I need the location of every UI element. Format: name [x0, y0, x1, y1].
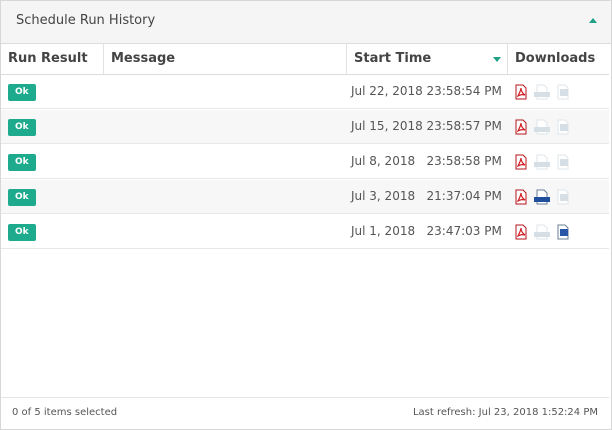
pdf-download-icon[interactable]: [513, 189, 529, 205]
pdf-download-icon[interactable]: [513, 224, 529, 240]
collapse-icon[interactable]: [589, 18, 597, 23]
table-row[interactable]: Ok Jul 8, 2018 23:58:58 PM: [1, 145, 609, 179]
run-result-badge: Ok: [8, 224, 36, 241]
start-time-cell: Jul 1, 2018 23:47:03 PM: [351, 224, 502, 238]
last-refresh: Last refresh: Jul 23, 2018 1:52:24 PM: [412, 407, 598, 418]
start-time-cell: Jul 22, 2018 23:58:54 PM: [351, 84, 502, 98]
html-download-icon: [534, 154, 550, 170]
grid-header: Run Result Message Start Time Downloads: [1, 44, 609, 75]
column-header-label: Run Result: [8, 51, 88, 66]
run-result-badge: Ok: [8, 189, 36, 206]
selection-count: 0 of 5 items selected: [12, 407, 118, 418]
run-result-badge: Ok: [8, 119, 36, 136]
column-header-label: Downloads: [515, 51, 596, 66]
html-download-icon: [534, 119, 550, 135]
column-header-label: Start Time: [354, 51, 432, 66]
sort-descending-icon[interactable]: [493, 57, 501, 62]
html-download-icon[interactable]: [534, 189, 550, 205]
doc-download-icon: [555, 189, 571, 205]
doc-download-icon: [555, 84, 571, 100]
doc-download-icon[interactable]: [555, 224, 571, 240]
pdf-download-icon[interactable]: [513, 154, 529, 170]
schedule-run-history-panel: Schedule Run History Run Result Message …: [0, 0, 612, 430]
html-download-icon: [534, 84, 550, 100]
panel-title: Schedule Run History: [16, 13, 156, 28]
run-result-badge: Ok: [8, 84, 36, 101]
column-header-message[interactable]: Message: [104, 44, 347, 74]
doc-download-icon: [555, 154, 571, 170]
doc-download-icon: [555, 119, 571, 135]
column-header-start-time[interactable]: Start Time: [347, 44, 508, 74]
column-header-label: Message: [111, 51, 176, 66]
grid-footer: 0 of 5 items selected Last refresh: Jul …: [1, 397, 609, 430]
pdf-download-icon[interactable]: [513, 84, 529, 100]
table-row[interactable]: Ok Jul 22, 2018 23:58:54 PM: [1, 75, 609, 109]
panel-header[interactable]: Schedule Run History: [1, 1, 611, 44]
table-row[interactable]: Ok Jul 1, 2018 23:47:03 PM: [1, 215, 609, 249]
table-row[interactable]: Ok Jul 15, 2018 23:58:57 PM: [1, 110, 609, 144]
pdf-download-icon[interactable]: [513, 119, 529, 135]
start-time-cell: Jul 15, 2018 23:58:57 PM: [351, 119, 502, 133]
run-result-badge: Ok: [8, 154, 36, 171]
start-time-cell: Jul 8, 2018 23:58:58 PM: [351, 154, 502, 168]
table-row[interactable]: Ok Jul 3, 2018 21:37:04 PM: [1, 180, 609, 214]
column-header-downloads[interactable]: Downloads: [508, 44, 609, 74]
column-header-run-result[interactable]: Run Result: [1, 44, 104, 74]
start-time-cell: Jul 3, 2018 21:37:04 PM: [351, 189, 502, 203]
html-download-icon: [534, 224, 550, 240]
